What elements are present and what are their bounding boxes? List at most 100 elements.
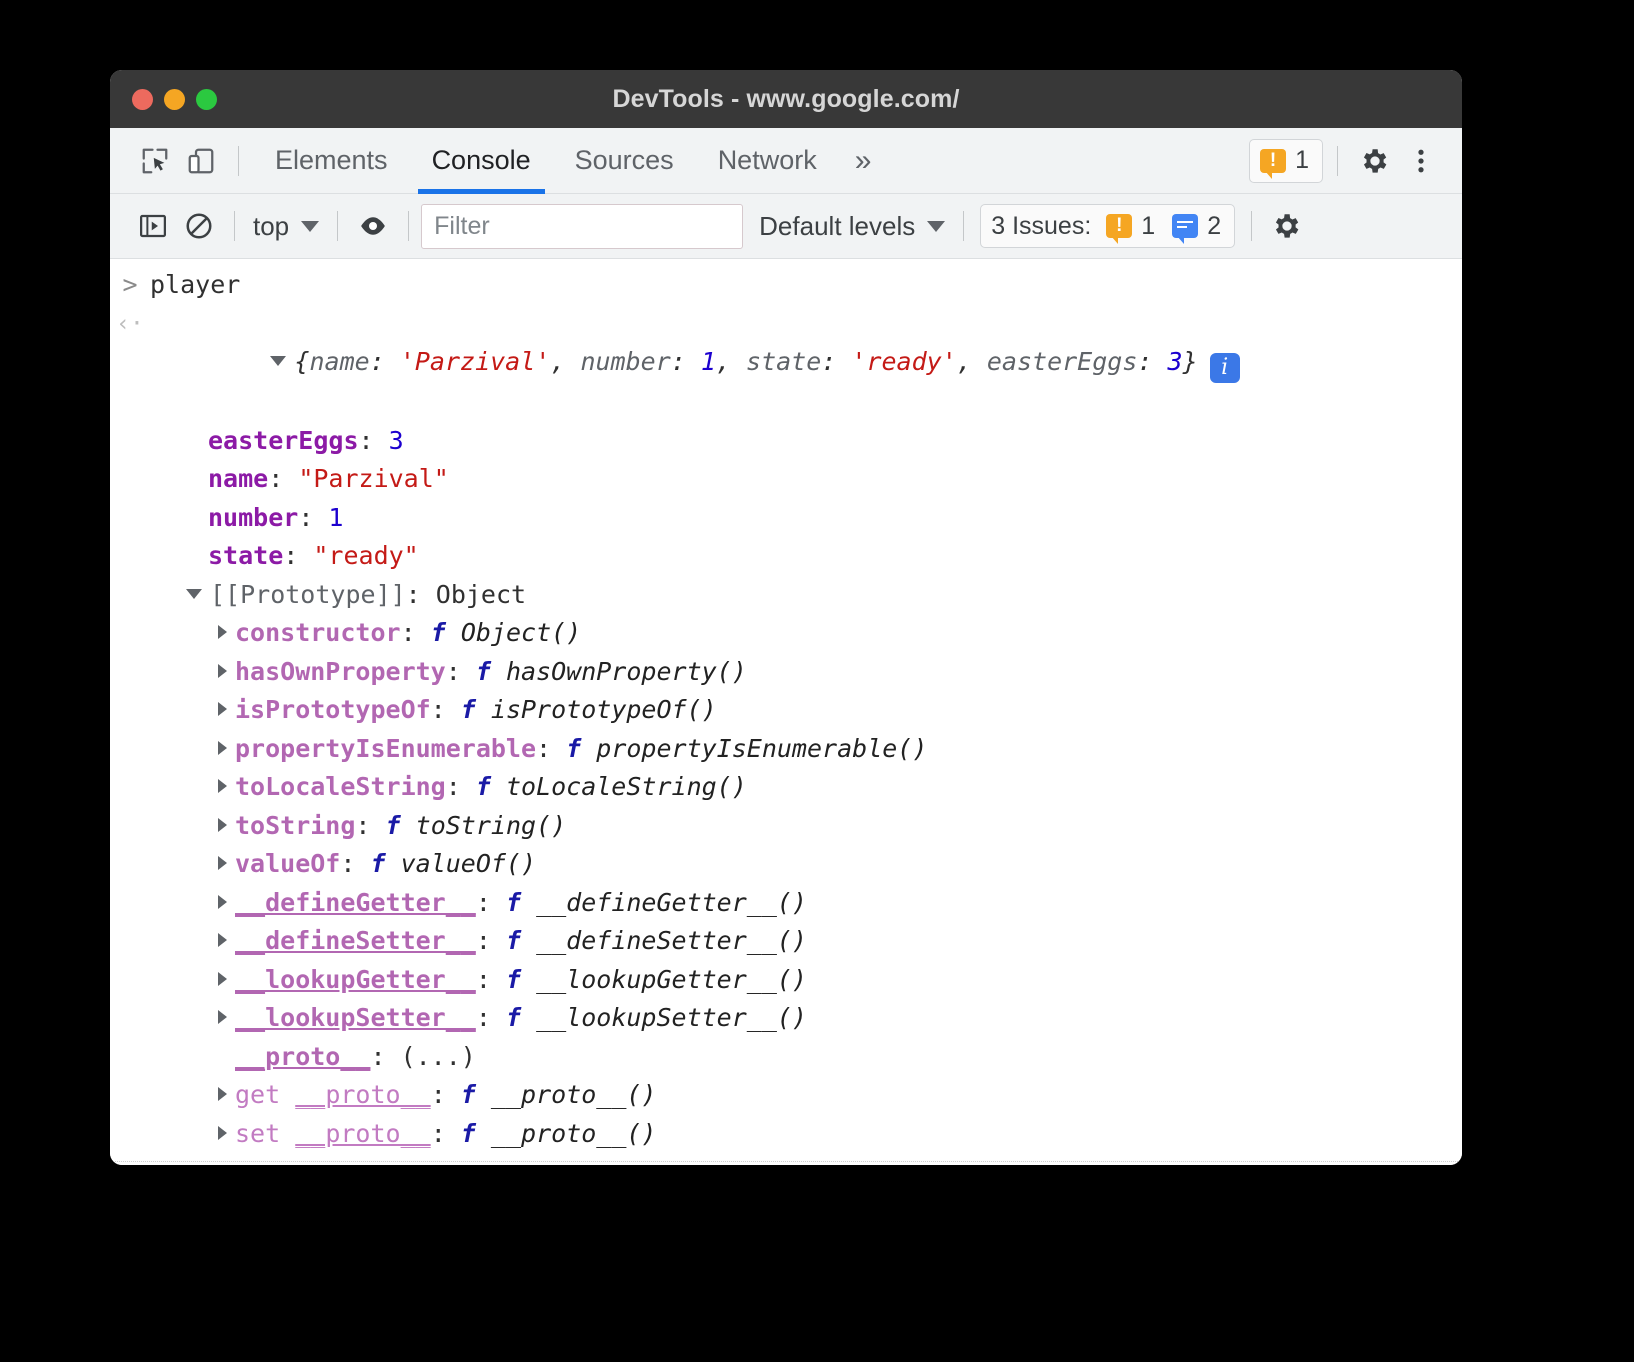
warning-count: 1 xyxy=(1295,146,1309,175)
execution-context-selector[interactable]: top xyxy=(247,211,325,242)
function-marker: f xyxy=(431,618,446,647)
issues-button[interactable]: 3 Issues: ! 1 2 xyxy=(980,204,1235,248)
console-prompt-row[interactable]: > xyxy=(110,1162,1462,1165)
inspect-element-button[interactable] xyxy=(132,138,178,184)
expand-triangle-icon[interactable] xyxy=(218,664,227,678)
proto-ellipsis[interactable]: (...) xyxy=(401,1042,476,1071)
prototype-row-propertyisenumerable[interactable]: propertyIsEnumerable: f propertyIsEnumer… xyxy=(110,730,1462,769)
expand-triangle-icon[interactable] xyxy=(218,779,227,793)
prototype-row-valueof[interactable]: valueOf: f valueOf() xyxy=(110,845,1462,884)
console-settings-button[interactable] xyxy=(1264,203,1310,249)
object-preview[interactable]: {name: 'Parzival', number: 1, state: 're… xyxy=(150,305,1240,422)
expand-triangle-icon[interactable] xyxy=(218,1126,227,1140)
prototype-row-constructor[interactable]: constructor: f Object() xyxy=(110,614,1462,653)
function-marker: f xyxy=(461,1119,476,1148)
log-levels-label: Default levels xyxy=(759,211,915,242)
accessor-content: set __proto__: f __proto__() xyxy=(150,1115,657,1154)
function-marker: f xyxy=(386,811,401,840)
close-button[interactable] xyxy=(132,89,153,110)
tab-network[interactable]: Network xyxy=(696,128,839,194)
prototype-row-lookupsetter[interactable]: __lookupSetter__: f __lookupSetter__() xyxy=(110,999,1462,1038)
devtools-window: DevTools - www.google.com/ Elements Cons… xyxy=(110,70,1462,1165)
prototype-row-lookupgetter[interactable]: __lookupGetter__: f __lookupGetter__() xyxy=(110,961,1462,1000)
inspect-element-icon xyxy=(140,146,170,176)
filterbar-divider-1 xyxy=(234,211,235,241)
device-toolbar-button[interactable] xyxy=(178,138,224,184)
proto-collapsed-row[interactable]: __proto__: (...) xyxy=(110,1038,1462,1077)
filterbar-divider-5 xyxy=(1251,211,1252,241)
accessor-content: get __proto__: f __proto__() xyxy=(150,1076,657,1115)
chevron-down-icon xyxy=(927,221,945,232)
property-key: number xyxy=(208,503,298,532)
tab-elements[interactable]: Elements xyxy=(253,128,410,194)
preview-key-number: number xyxy=(580,347,670,376)
property-colon: : xyxy=(283,541,313,570)
live-expression-button[interactable] xyxy=(350,203,396,249)
expand-triangle-icon[interactable] xyxy=(218,625,227,639)
prototype-content: isPrototypeOf: f isPrototypeOf() xyxy=(150,691,717,730)
expand-triangle-icon[interactable] xyxy=(186,589,202,599)
prototype-key: [[Prototype]] xyxy=(210,580,406,609)
prototype-header-row[interactable]: [[Prototype]]: Object xyxy=(110,576,1462,615)
prototype-row-hasownproperty[interactable]: hasOwnProperty: f hasOwnProperty() xyxy=(110,653,1462,692)
tab-sources[interactable]: Sources xyxy=(553,128,696,194)
object-info-icon[interactable]: i xyxy=(1210,353,1240,383)
colon: : xyxy=(476,888,506,917)
expand-triangle-icon[interactable] xyxy=(218,1010,227,1024)
prototype-method-key: toLocaleString xyxy=(235,772,446,801)
expand-triangle-icon[interactable] xyxy=(218,933,227,947)
filter-input[interactable] xyxy=(421,204,743,249)
prototype-row-tostring[interactable]: toString: f toString() xyxy=(110,807,1462,846)
proto-collapsed-content: __proto__: (...) xyxy=(150,1038,476,1077)
property-row-number[interactable]: number: 1 xyxy=(110,499,1462,538)
space xyxy=(446,618,461,647)
preview-key-state: state xyxy=(746,347,821,376)
prototype-content: __defineGetter__: f __defineGetter__() xyxy=(150,884,807,923)
function-marker: f xyxy=(506,1003,521,1032)
expand-triangle-icon[interactable] xyxy=(218,818,227,832)
maximize-button[interactable] xyxy=(196,89,217,110)
prototype-method-key: valueOf xyxy=(235,849,340,878)
clear-console-button[interactable] xyxy=(176,203,222,249)
expand-triangle-icon[interactable] xyxy=(218,1087,227,1101)
function-marker: f xyxy=(476,657,491,686)
function-marker: f xyxy=(476,772,491,801)
accessor-row-set-proto[interactable]: set __proto__: f __proto__() xyxy=(110,1115,1462,1154)
prototype-row-definegetter[interactable]: __defineGetter__: f __defineGetter__() xyxy=(110,884,1462,923)
prototype-row-tolocalestring[interactable]: toLocaleString: f toLocaleString() xyxy=(110,768,1462,807)
issues-info-count: 2 xyxy=(1207,212,1221,241)
expand-triangle-icon[interactable] xyxy=(270,356,286,366)
property-row-name[interactable]: name: "Parzival" xyxy=(110,460,1462,499)
property-row-state[interactable]: state: "ready" xyxy=(110,537,1462,576)
log-levels-selector[interactable]: Default levels xyxy=(759,211,945,242)
prototype-content: hasOwnProperty: f hasOwnProperty() xyxy=(150,653,747,692)
warning-indicator-button[interactable]: ! 1 xyxy=(1249,139,1323,183)
expand-triangle-icon[interactable] xyxy=(218,972,227,986)
prototype-value: Object xyxy=(436,580,526,609)
expand-triangle-icon[interactable] xyxy=(218,702,227,716)
expand-triangle-icon[interactable] xyxy=(218,895,227,909)
accessor-row-get-proto[interactable]: get __proto__: f __proto__() xyxy=(110,1076,1462,1115)
settings-button[interactable] xyxy=(1352,138,1398,184)
expand-triangle-icon[interactable] xyxy=(218,856,227,870)
gear-icon xyxy=(1359,145,1391,177)
filterbar-divider-3 xyxy=(408,211,409,241)
more-tabs-button[interactable]: » xyxy=(839,128,888,194)
colon: : xyxy=(431,1119,461,1148)
accessor-key: __proto__ xyxy=(295,1119,430,1148)
space xyxy=(521,965,536,994)
more-options-button[interactable] xyxy=(1398,138,1444,184)
minimize-button[interactable] xyxy=(164,89,185,110)
device-toolbar-icon xyxy=(186,146,216,176)
expand-triangle-icon[interactable] xyxy=(218,741,227,755)
prototype-row-definesetter[interactable]: __defineSetter__: f __defineSetter__() xyxy=(110,922,1462,961)
prototype-row-isprototypeof[interactable]: isPrototypeOf: f isPrototypeOf() xyxy=(110,691,1462,730)
prototype-method-key: __defineSetter__ xyxy=(235,926,476,955)
tab-console[interactable]: Console xyxy=(410,128,553,194)
prototype-content: propertyIsEnumerable: f propertyIsEnumer… xyxy=(150,730,927,769)
console-sidebar-toggle[interactable] xyxy=(130,203,176,249)
function-marker: f xyxy=(506,888,521,917)
console-output[interactable]: > player ‹· {name: 'Parzival', number: 1… xyxy=(110,259,1462,1165)
property-row-eastereggs[interactable]: easterEggs: 3 xyxy=(110,422,1462,461)
property-content-number: number: 1 xyxy=(150,499,343,538)
